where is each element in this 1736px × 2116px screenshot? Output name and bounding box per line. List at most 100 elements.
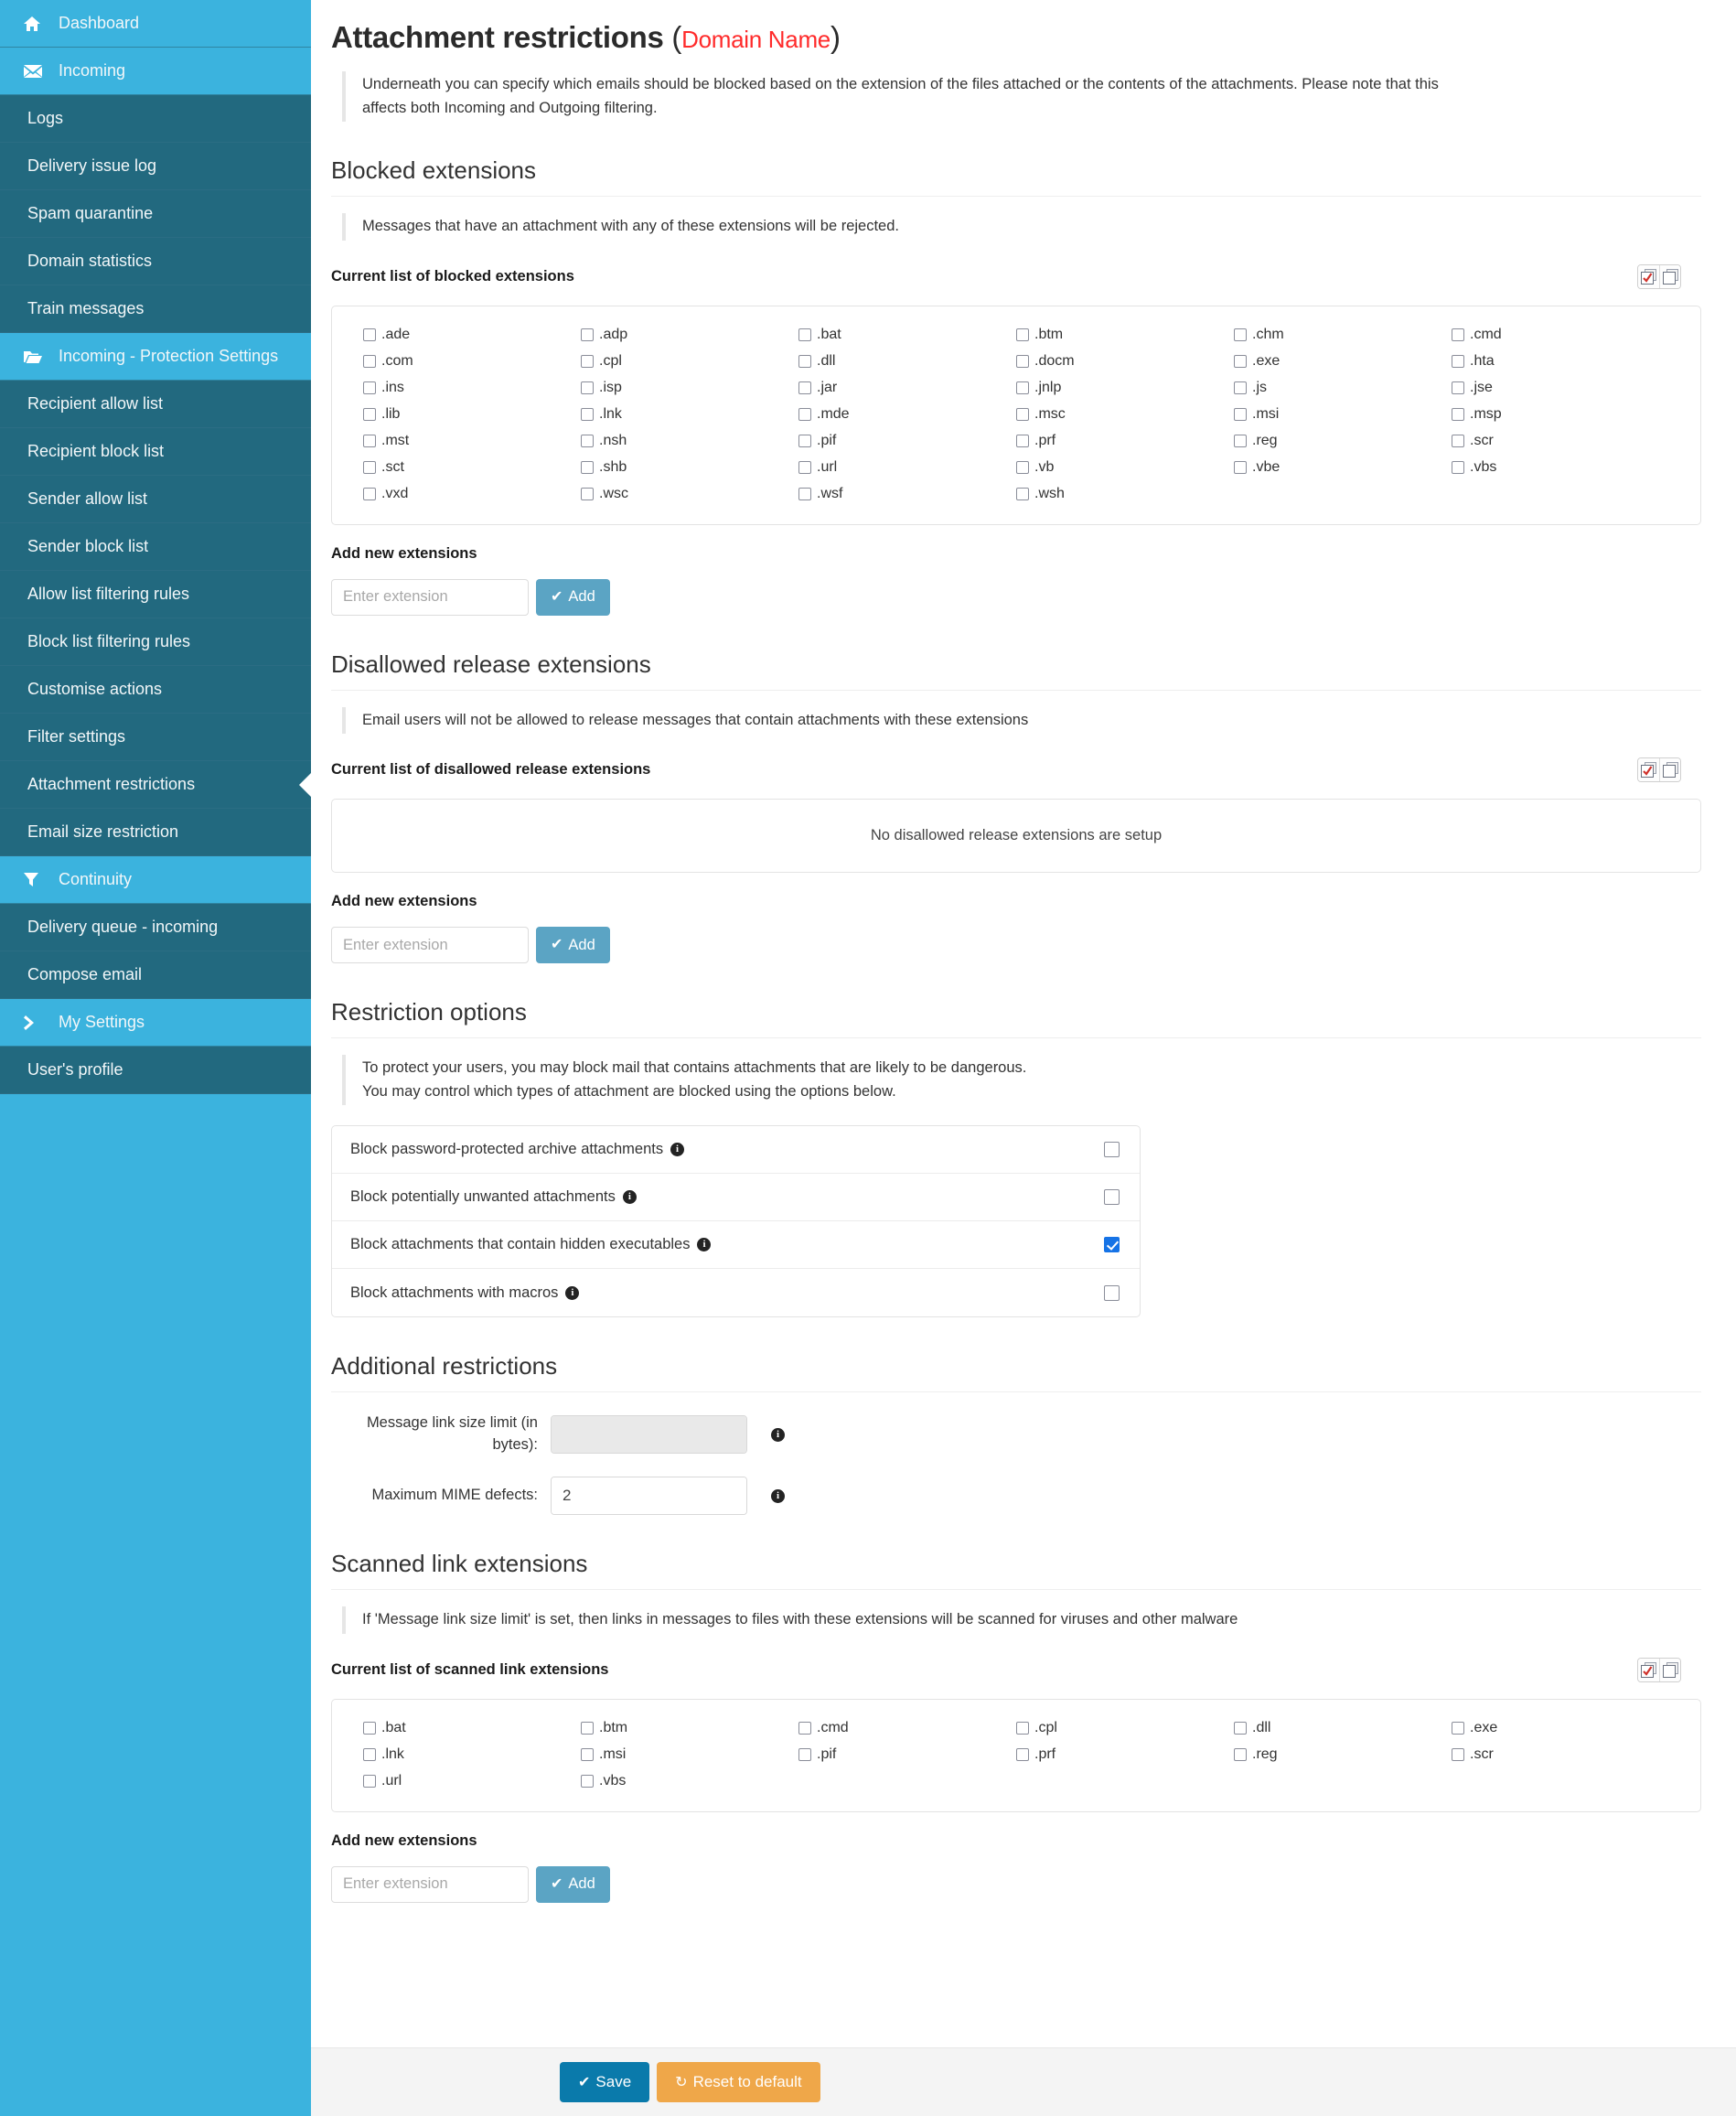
additional-restriction-input[interactable]	[552, 1477, 746, 1515]
extension-checkbox-item[interactable]: .hta	[1452, 353, 1669, 370]
scanned-add-button[interactable]: ✔ Add	[536, 1865, 610, 1903]
sidebar-item-recipient-block-list[interactable]: Recipient block list	[0, 428, 311, 476]
checkbox[interactable]	[581, 1774, 594, 1788]
checkbox[interactable]	[798, 487, 811, 500]
sidebar-item-compose-email[interactable]: Compose email	[0, 951, 311, 999]
restriction-option-row[interactable]: Block attachments with macros i	[332, 1269, 1140, 1316]
info-icon[interactable]: i	[697, 1238, 712, 1252]
checkbox[interactable]	[1234, 354, 1247, 368]
sidebar-item-continuity[interactable]: Continuity	[0, 856, 311, 904]
extension-checkbox-item[interactable]: .ade	[363, 327, 581, 343]
extension-checkbox-item[interactable]: .com	[363, 353, 581, 370]
extension-checkbox-item[interactable]: .vbs	[1452, 459, 1669, 476]
extension-checkbox-item[interactable]: .ins	[363, 380, 581, 396]
extension-checkbox-item[interactable]: .isp	[581, 380, 798, 396]
extension-checkbox-item[interactable]: .dll	[798, 353, 1016, 370]
checkbox[interactable]	[363, 434, 376, 447]
checkbox[interactable]	[1016, 434, 1029, 447]
sidebar-item-my-settings[interactable]: My Settings	[0, 999, 311, 1047]
sidebar-item-allow-list-filtering-rules[interactable]: Allow list filtering rules	[0, 571, 311, 618]
sidebar-item-sender-block-list[interactable]: Sender block list	[0, 523, 311, 571]
sidebar-item-train-messages[interactable]: Train messages	[0, 285, 311, 333]
extension-checkbox-item[interactable]: .pif	[798, 1746, 1016, 1763]
sidebar-item-recipient-allow-list[interactable]: Recipient allow list	[0, 381, 311, 428]
checkbox[interactable]	[798, 1721, 811, 1735]
sidebar-item-customise-actions[interactable]: Customise actions	[0, 666, 311, 714]
checkbox[interactable]	[1234, 328, 1247, 341]
checkbox[interactable]	[581, 1721, 594, 1735]
sidebar-item-user-s-profile[interactable]: User's profile	[0, 1047, 311, 1094]
extension-checkbox-item[interactable]: .shb	[581, 459, 798, 476]
extension-checkbox-item[interactable]: .scr	[1452, 1746, 1669, 1763]
select-all-icon[interactable]	[1638, 1658, 1659, 1681]
sidebar-item-spam-quarantine[interactable]: Spam quarantine	[0, 190, 311, 238]
select-all-icon[interactable]	[1638, 264, 1659, 288]
restriction-option-row[interactable]: Block potentially unwanted attachments i	[332, 1174, 1140, 1222]
checkbox[interactable]	[1452, 1747, 1464, 1761]
sidebar-item-sender-allow-list[interactable]: Sender allow list	[0, 476, 311, 523]
checkbox[interactable]	[1452, 328, 1464, 341]
checkbox[interactable]	[1234, 1721, 1247, 1735]
extension-checkbox-item[interactable]: .prf	[1016, 433, 1234, 449]
checkbox[interactable]	[798, 434, 811, 447]
extension-checkbox-item[interactable]: .msi	[581, 1746, 798, 1763]
extension-checkbox-item[interactable]: .jar	[798, 380, 1016, 396]
checkbox[interactable]	[1234, 1747, 1247, 1761]
sidebar-item-delivery-issue-log[interactable]: Delivery issue log	[0, 143, 311, 190]
sidebar-item-domain-statistics[interactable]: Domain statistics	[0, 238, 311, 285]
extension-checkbox-item[interactable]: .lnk	[581, 406, 798, 423]
checkbox[interactable]	[581, 460, 594, 474]
restriction-option-checkbox[interactable]	[1104, 1237, 1120, 1253]
blocked-select-toggle-group[interactable]	[1637, 263, 1681, 289]
checkbox[interactable]	[581, 1747, 594, 1761]
disallowed-select-toggle-group[interactable]	[1637, 757, 1681, 783]
sidebar-item-delivery-queue-incoming[interactable]: Delivery queue - incoming	[0, 904, 311, 951]
additional-restriction-input-group[interactable]	[551, 1477, 747, 1516]
checkbox[interactable]	[1234, 381, 1247, 394]
info-icon[interactable]: i	[771, 1488, 785, 1503]
checkbox[interactable]	[363, 1774, 376, 1788]
extension-checkbox-item[interactable]: .reg	[1234, 1746, 1452, 1763]
checkbox[interactable]	[798, 381, 811, 394]
extension-checkbox-item[interactable]: .btm	[1016, 327, 1234, 343]
checkbox[interactable]	[363, 407, 376, 421]
checkbox[interactable]	[1016, 1721, 1029, 1735]
checkbox[interactable]	[363, 460, 376, 474]
extension-checkbox-item[interactable]: .mde	[798, 406, 1016, 423]
checkbox[interactable]	[581, 487, 594, 500]
checkbox[interactable]	[581, 407, 594, 421]
checkbox[interactable]	[1016, 1747, 1029, 1761]
extension-checkbox-item[interactable]: .chm	[1234, 327, 1452, 343]
restriction-option-checkbox[interactable]	[1104, 1142, 1120, 1158]
extension-checkbox-item[interactable]: .cmd	[798, 1720, 1016, 1736]
restriction-option-row[interactable]: Block attachments that contain hidden ex…	[332, 1221, 1140, 1270]
checkbox[interactable]	[798, 354, 811, 368]
extension-checkbox-item[interactable]: .vb	[1016, 459, 1234, 476]
checkbox[interactable]	[1016, 487, 1029, 500]
additional-restriction-input-group[interactable]	[551, 1415, 747, 1455]
extension-checkbox-item[interactable]: .msp	[1452, 406, 1669, 423]
checkbox[interactable]	[1234, 407, 1247, 421]
checkbox[interactable]	[581, 434, 594, 447]
checkbox[interactable]	[798, 407, 811, 421]
info-icon[interactable]: i	[565, 1285, 580, 1300]
blocked-add-input[interactable]	[331, 578, 529, 616]
sidebar-item-incoming[interactable]: Incoming	[0, 48, 311, 95]
extension-checkbox-item[interactable]: .bat	[798, 327, 1016, 343]
disallowed-add-input[interactable]	[331, 927, 529, 964]
sidebar-item-block-list-filtering-rules[interactable]: Block list filtering rules	[0, 618, 311, 666]
sidebar-item-dashboard[interactable]: Dashboard	[0, 0, 311, 48]
checkbox[interactable]	[363, 328, 376, 341]
extension-checkbox-item[interactable]: .docm	[1016, 353, 1234, 370]
checkbox[interactable]	[1452, 434, 1464, 447]
extension-checkbox-item[interactable]: .msc	[1016, 406, 1234, 423]
checkbox[interactable]	[1452, 1721, 1464, 1735]
extension-checkbox-item[interactable]: .sct	[363, 459, 581, 476]
extension-checkbox-item[interactable]: .vxd	[363, 486, 581, 502]
extension-checkbox-item[interactable]: .nsh	[581, 433, 798, 449]
extension-checkbox-item[interactable]: .adp	[581, 327, 798, 343]
checkbox[interactable]	[363, 354, 376, 368]
checkbox[interactable]	[1016, 328, 1029, 341]
extension-checkbox-item[interactable]: .reg	[1234, 433, 1452, 449]
extension-checkbox-item[interactable]: .vbs	[581, 1773, 798, 1789]
